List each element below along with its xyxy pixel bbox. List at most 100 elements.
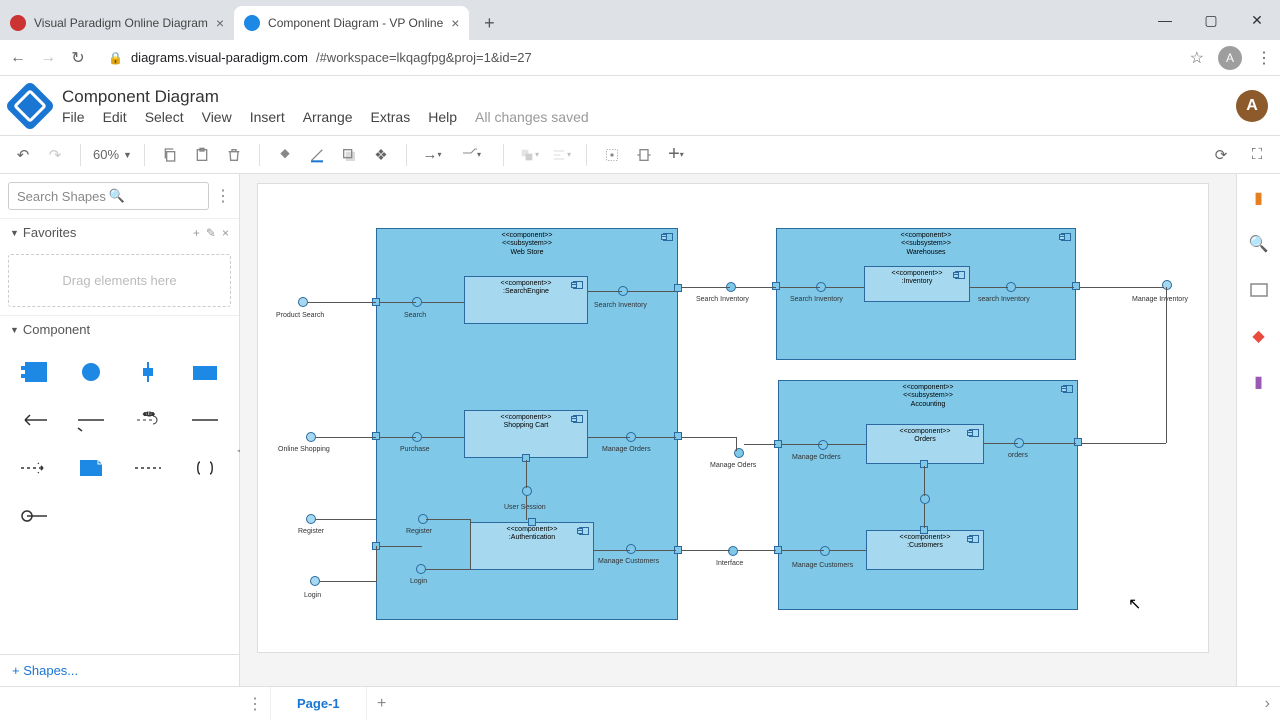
connector[interactable] [924, 466, 925, 496]
connector[interactable] [682, 437, 736, 438]
connector[interactable] [984, 443, 1018, 444]
shape-association[interactable] [67, 401, 114, 439]
sync-icon[interactable]: ⟳ [1208, 142, 1234, 168]
window-minimize-button[interactable]: — [1142, 0, 1188, 40]
connector[interactable] [736, 287, 776, 288]
align-button[interactable]: ▾ [548, 142, 574, 168]
connector[interactable] [422, 437, 464, 438]
shape-line[interactable] [182, 401, 229, 439]
square-port[interactable] [372, 432, 380, 440]
app-logo-icon[interactable] [5, 80, 56, 131]
connector[interactable] [380, 437, 416, 438]
menu-help[interactable]: Help [428, 109, 457, 125]
connector[interactable] [780, 287, 820, 288]
fit-page-button[interactable] [631, 142, 657, 168]
fill-color-button[interactable] [272, 142, 298, 168]
shape-dependency-right[interactable] [10, 449, 57, 487]
comments-icon[interactable]: ▮ [1249, 372, 1269, 392]
menu-insert[interactable]: Insert [250, 109, 285, 125]
format-panel-icon[interactable]: ▮ [1249, 188, 1269, 208]
line-color-button[interactable] [304, 142, 330, 168]
menu-arrange[interactable]: Arrange [303, 109, 353, 125]
square-port[interactable] [674, 432, 682, 440]
undo-button[interactable]: ↶ [10, 142, 36, 168]
window-maximize-button[interactable]: ▢ [1188, 0, 1234, 40]
paste-button[interactable] [189, 142, 215, 168]
expand-panel-button[interactable]: › [1265, 695, 1280, 713]
connection-style-button[interactable]: → ▾ [419, 142, 445, 168]
connector[interactable] [308, 302, 376, 303]
connector[interactable] [736, 437, 737, 451]
sidebar-menu-icon[interactable]: ⋮ [215, 186, 231, 206]
snap-button[interactable] [599, 142, 625, 168]
more-shapes-button[interactable]: + Shapes... [0, 654, 239, 686]
port[interactable] [416, 564, 426, 574]
connector[interactable] [588, 437, 630, 438]
connector[interactable] [682, 550, 730, 551]
insert-button[interactable]: + ▾ [663, 142, 689, 168]
connector[interactable] [426, 569, 470, 570]
shape-package[interactable] [182, 353, 229, 391]
shape-required-interface[interactable] [10, 497, 57, 535]
shape-note[interactable] [67, 449, 114, 487]
connector[interactable] [636, 437, 676, 438]
tab-close-icon[interactable]: × [451, 15, 459, 31]
connector[interactable] [470, 546, 471, 570]
connector[interactable] [376, 546, 377, 582]
to-front-button[interactable]: ▾ [516, 142, 542, 168]
window-close-button[interactable]: ✕ [1234, 0, 1280, 40]
port[interactable] [298, 297, 308, 307]
component-inventory[interactable]: <<component>> :Inventory [864, 266, 970, 302]
bookmark-star-icon[interactable]: ☆ [1190, 48, 1204, 68]
copy-button[interactable] [157, 142, 183, 168]
shape-constraint[interactable] [182, 449, 229, 487]
connector[interactable] [1024, 443, 1076, 444]
menu-select[interactable]: Select [145, 109, 184, 125]
outline-icon[interactable] [1249, 280, 1269, 300]
connector[interactable] [924, 504, 925, 528]
component-searchengine[interactable]: <<component>> :SearchEngine [464, 276, 588, 324]
connector[interactable] [316, 519, 376, 520]
port[interactable] [522, 486, 532, 496]
menu-view[interactable]: View [202, 109, 232, 125]
connector[interactable] [1080, 287, 1164, 288]
page-menu-button[interactable]: ⋮ [240, 687, 270, 720]
connector[interactable] [738, 550, 776, 551]
shape-interface[interactable] [67, 353, 114, 391]
port[interactable] [818, 440, 828, 450]
shape-dependency-left[interactable] [10, 401, 57, 439]
menu-edit[interactable]: Edit [103, 109, 127, 125]
nav-back-button[interactable]: ← [8, 48, 28, 68]
connector[interactable] [628, 291, 676, 292]
search-shapes-input[interactable]: Search Shapes 🔍 [8, 182, 209, 210]
profile-avatar[interactable]: A [1218, 46, 1242, 70]
diagram-canvas[interactable]: <<component>> <<subsystem>> Web Store <<… [240, 174, 1236, 686]
shape-dashed-line[interactable] [125, 449, 172, 487]
shape-port[interactable] [125, 353, 172, 391]
connector[interactable] [636, 550, 676, 551]
shadow-button[interactable] [336, 142, 362, 168]
port[interactable] [728, 546, 738, 556]
square-port[interactable] [1072, 282, 1080, 290]
format-painter-button[interactable]: ❖ [368, 142, 394, 168]
nav-reload-button[interactable]: ↻ [68, 48, 88, 68]
nav-forward-button[interactable]: → [38, 48, 58, 68]
url-field[interactable]: 🔒 diagrams.visual-paradigm.com/#workspac… [98, 50, 1180, 65]
add-favorite-icon[interactable]: + [193, 226, 200, 240]
connector[interactable] [380, 302, 416, 303]
connector[interactable] [526, 460, 527, 488]
connector[interactable] [828, 444, 866, 445]
port[interactable] [306, 432, 316, 442]
shape-usage[interactable]: «u» [125, 401, 172, 439]
port[interactable] [920, 494, 930, 504]
browser-menu-icon[interactable]: ⋮ [1256, 48, 1272, 68]
connector[interactable] [380, 546, 422, 547]
favorites-panel-header[interactable]: ▼ Favorites + ✎ × [0, 218, 239, 246]
connector[interactable] [826, 287, 864, 288]
connector[interactable] [744, 444, 776, 445]
clear-favorite-icon[interactable]: × [222, 226, 229, 240]
connector[interactable] [526, 496, 527, 520]
page-tab[interactable]: Page-1 [270, 687, 367, 720]
square-port[interactable] [528, 518, 536, 526]
connector[interactable] [830, 550, 866, 551]
